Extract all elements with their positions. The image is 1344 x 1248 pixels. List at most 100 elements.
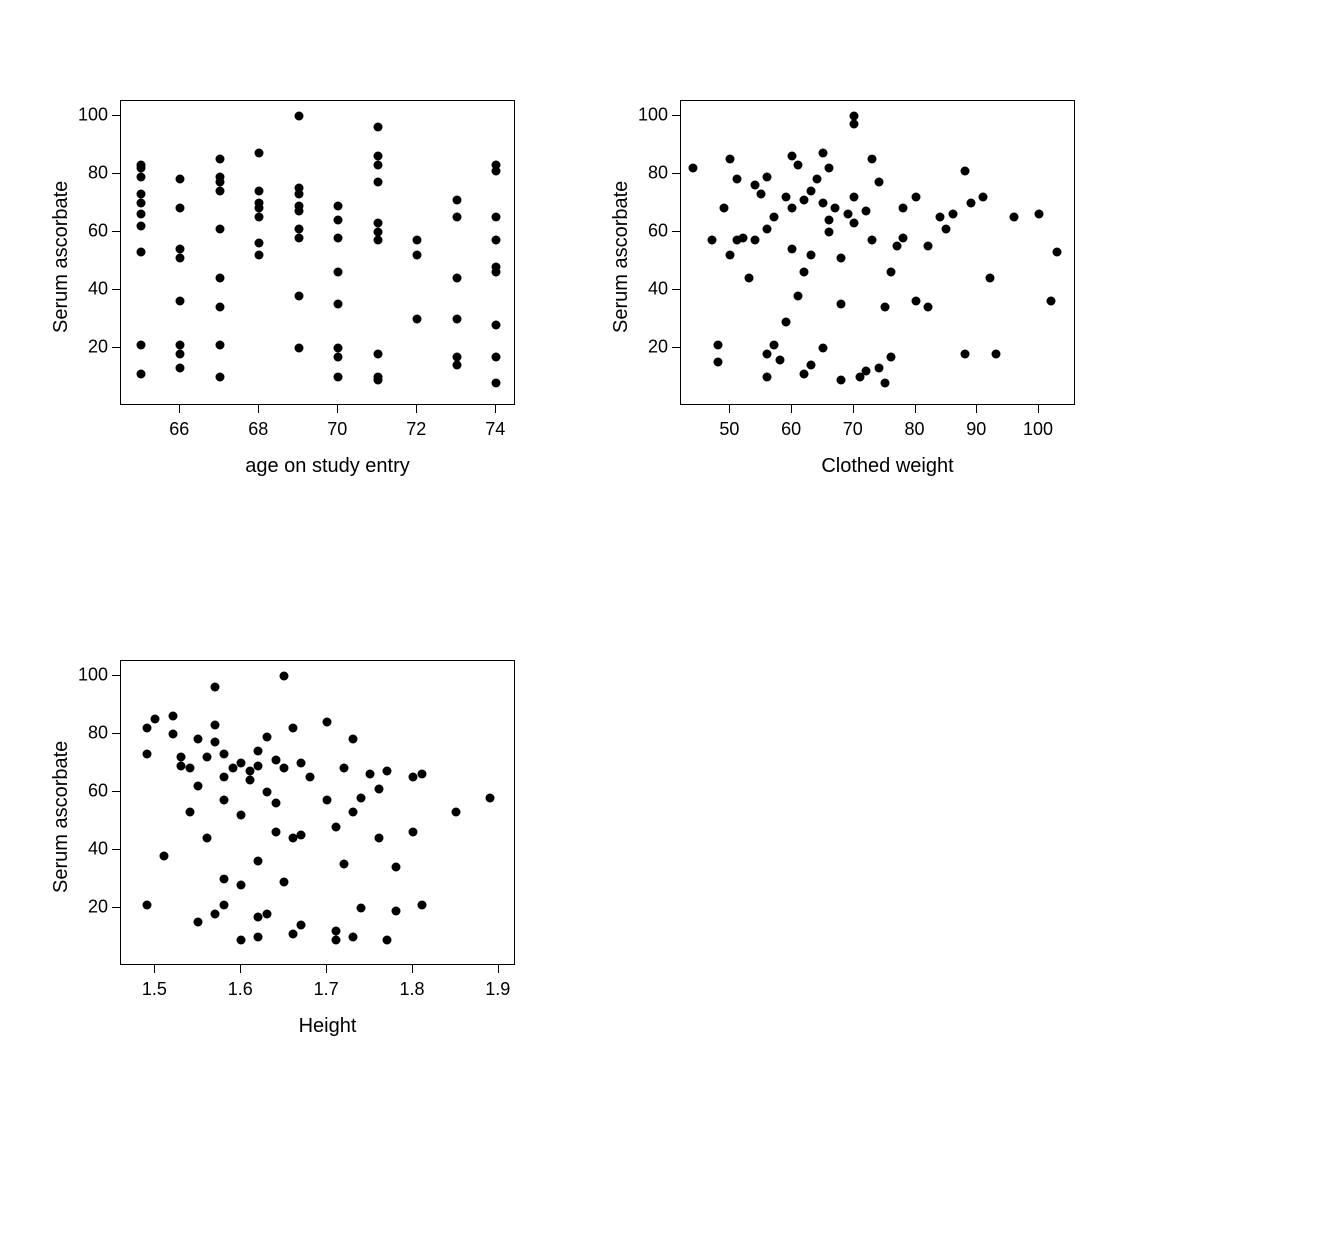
data-point — [1053, 248, 1062, 257]
tick-mark — [112, 733, 120, 734]
x-tick-label: 1.9 — [485, 979, 510, 1000]
data-point — [413, 314, 422, 323]
tick-mark — [495, 405, 496, 413]
data-point — [237, 758, 246, 767]
data-point — [788, 152, 797, 161]
x-tick-label: 74 — [485, 419, 505, 440]
data-point — [294, 184, 303, 193]
data-point — [211, 909, 220, 918]
data-point — [271, 799, 280, 808]
data-point — [136, 198, 145, 207]
data-point — [800, 268, 809, 277]
data-point — [237, 880, 246, 889]
data-point — [334, 343, 343, 352]
x-tick-label: 70 — [843, 419, 863, 440]
data-point — [849, 192, 858, 201]
data-point — [794, 160, 803, 169]
data-point — [825, 216, 834, 225]
data-point — [262, 909, 271, 918]
data-point — [211, 738, 220, 747]
data-point — [280, 877, 289, 886]
data-point — [136, 221, 145, 230]
y-tick-label: 60 — [70, 780, 108, 801]
data-point — [297, 831, 306, 840]
data-point — [297, 758, 306, 767]
data-point — [985, 274, 994, 283]
data-point — [452, 361, 461, 370]
data-point — [886, 268, 895, 277]
tick-mark — [179, 405, 180, 413]
tick-mark — [112, 675, 120, 676]
data-point — [288, 930, 297, 939]
data-point — [373, 219, 382, 228]
data-point — [893, 242, 902, 251]
data-point — [492, 378, 501, 387]
data-point — [280, 764, 289, 773]
data-point — [837, 253, 846, 262]
data-point — [720, 204, 729, 213]
x-axis-label: age on study entry — [228, 455, 428, 478]
tick-mark — [112, 115, 120, 116]
data-point — [271, 828, 280, 837]
tick-mark — [112, 347, 120, 348]
data-point — [960, 349, 969, 358]
plot-frame — [120, 660, 515, 965]
data-point — [373, 227, 382, 236]
x-tick-label: 60 — [781, 419, 801, 440]
data-point — [452, 314, 461, 323]
x-tick-label: 1.5 — [142, 979, 167, 1000]
tick-mark — [112, 791, 120, 792]
data-point — [1047, 297, 1056, 306]
data-point — [220, 901, 229, 910]
tick-mark — [672, 231, 680, 232]
data-point — [176, 175, 185, 184]
scatter-panel: 1.51.61.71.81.920406080100HeightSerum as… — [120, 660, 675, 1125]
data-point — [880, 303, 889, 312]
data-point — [738, 233, 747, 242]
data-point — [215, 224, 224, 233]
data-point — [714, 358, 723, 367]
y-axis-label: Serum ascorbate — [50, 180, 73, 332]
x-tick-label: 80 — [905, 419, 925, 440]
data-point — [245, 776, 254, 785]
data-point — [373, 372, 382, 381]
tick-mark — [498, 965, 499, 973]
data-point — [911, 297, 920, 306]
data-point — [334, 352, 343, 361]
x-tick-label: 70 — [327, 419, 347, 440]
data-point — [136, 210, 145, 219]
data-point — [334, 216, 343, 225]
x-tick-label: 72 — [406, 419, 426, 440]
data-point — [763, 172, 772, 181]
data-point — [136, 341, 145, 350]
y-tick-label: 60 — [630, 220, 668, 241]
data-point — [334, 300, 343, 309]
data-point — [168, 729, 177, 738]
data-point — [255, 149, 264, 158]
data-point — [366, 770, 375, 779]
data-point — [136, 189, 145, 198]
x-tick-label: 90 — [966, 419, 986, 440]
data-point — [849, 219, 858, 228]
data-point — [868, 155, 877, 164]
data-point — [262, 787, 271, 796]
y-tick-label: 100 — [70, 664, 108, 685]
tick-mark — [326, 965, 327, 973]
data-point — [194, 735, 203, 744]
data-point — [151, 715, 160, 724]
data-point — [220, 796, 229, 805]
data-point — [899, 204, 908, 213]
data-point — [262, 732, 271, 741]
data-point — [323, 796, 332, 805]
data-point — [825, 227, 834, 236]
data-point — [763, 372, 772, 381]
tick-mark — [112, 289, 120, 290]
data-point — [936, 213, 945, 222]
y-tick-label: 20 — [70, 336, 108, 357]
tick-mark — [112, 849, 120, 850]
data-point — [215, 341, 224, 350]
data-point — [176, 364, 185, 373]
data-point — [862, 207, 871, 216]
data-point — [331, 935, 340, 944]
data-point — [294, 343, 303, 352]
